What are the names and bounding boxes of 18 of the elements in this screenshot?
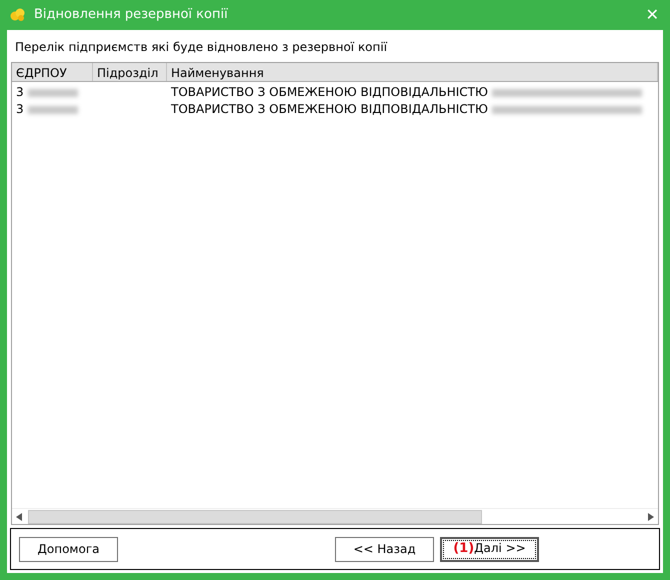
window-title: Відновлення резервної копії [34,6,228,24]
dialog-button[interactable]: (1)Далі >> [440,536,539,562]
scroll-right-icon[interactable] [648,512,654,520]
dialog-button[interactable]: Допомога [19,536,118,562]
column-header[interactable]: Підрозділ [93,63,167,81]
table-cell: ТОВАРИСТВО З ОБМЕЖЕНОЮ ВІДПОВІДАЛЬНІСТЮ [171,102,488,116]
horizontal-scrollbar[interactable] [12,508,658,524]
table-cell: ТОВАРИСТВО З ОБМЕЖЕНОЮ ВІДПОВІДАЛЬНІСТЮ [171,85,488,99]
table-cell: 3 [16,85,24,99]
app-icon [10,8,26,22]
table-cell: 3 [16,102,24,116]
caption-text: Перелік підприємств які буде відновлено з резервної копії [14,39,388,56]
dialog-button[interactable]: << Назад [335,536,434,562]
redaction-mark [28,88,78,97]
redaction-mark [28,106,78,114]
column-header[interactable]: ЄДРПОУ [12,63,93,81]
scroll-left-icon[interactable] [16,512,22,520]
column-header[interactable]: Найменування [167,63,658,81]
